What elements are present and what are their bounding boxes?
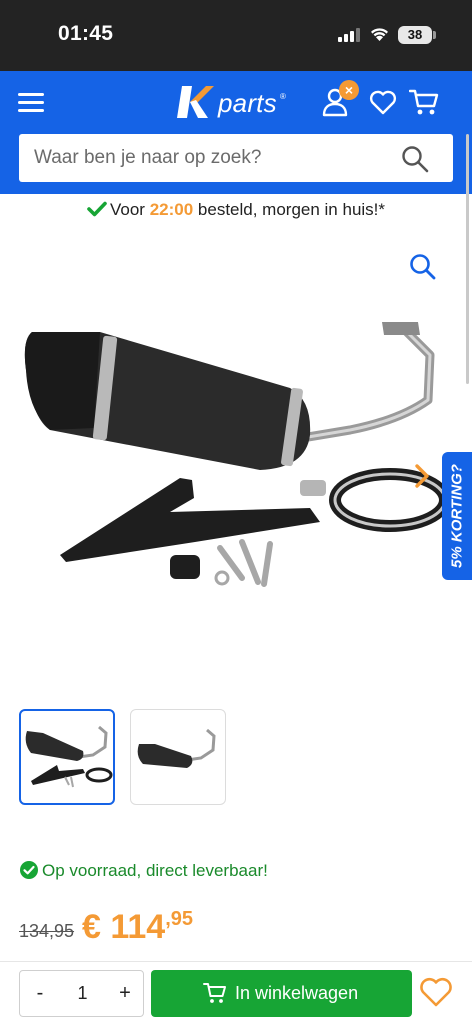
status-bar: 01:45 38 — [0, 0, 472, 71]
thumbnail-1[interactable] — [19, 709, 115, 805]
site-header: parts ® × — [0, 71, 472, 194]
battery-nub — [433, 31, 436, 39]
user-notification-badge: × — [339, 80, 359, 100]
delivery-banner: Voor 22:00 besteld, morgen in huis!* — [0, 200, 472, 224]
page-scrollbar[interactable] — [466, 134, 469, 384]
heart-icon[interactable] — [369, 89, 397, 115]
site-logo[interactable]: parts ® — [176, 84, 290, 124]
thumbnail-image — [25, 725, 113, 788]
current-price: € 114,95 — [82, 908, 193, 947]
add-to-cart-label: In winkelwagen — [235, 983, 359, 1003]
price-cents: ,95 — [165, 908, 194, 930]
quantity-input[interactable] — [58, 971, 107, 1016]
cart-icon[interactable] — [409, 88, 439, 116]
zoom-icon[interactable] — [409, 253, 437, 281]
discount-tab-label: 5% KORTING? — [448, 464, 466, 568]
price-main: € 114 — [82, 908, 166, 946]
quantity-stepper: - + — [19, 970, 144, 1017]
discount-tab[interactable]: 5% KORTING? — [442, 452, 472, 580]
stock-status: Op voorraad, direct leverbaar! — [20, 861, 268, 881]
old-price: 134,95 — [19, 921, 75, 941]
search-icon[interactable] — [401, 145, 429, 173]
wifi-icon — [371, 28, 388, 41]
logo-text: parts — [218, 88, 277, 118]
battery-indicator: 38 — [398, 26, 432, 44]
search-bar — [19, 134, 453, 182]
delivery-text-after: besteld, morgen in huis!* — [197, 200, 386, 219]
thumbnail-image — [137, 728, 216, 768]
quantity-decrease-button[interactable]: - — [22, 971, 58, 1016]
checkmark-icon — [87, 201, 107, 217]
search-input[interactable] — [19, 134, 399, 182]
signal-icon — [338, 28, 360, 42]
stock-text: Op voorraad, direct leverbaar! — [42, 861, 268, 880]
menu-icon[interactable] — [18, 91, 44, 113]
thumbnail-2[interactable] — [130, 709, 226, 805]
logo-registered: ® — [280, 92, 286, 101]
add-to-cart-bar: - + In winkelwagen — [0, 961, 472, 1024]
cart-icon — [203, 983, 226, 1003]
chevron-right-icon[interactable] — [412, 463, 432, 489]
product-image[interactable] — [20, 300, 450, 600]
check-circle-icon — [20, 861, 38, 879]
add-to-cart-button[interactable]: In winkelwagen — [151, 970, 412, 1017]
logo-mark — [177, 86, 214, 118]
delivery-text-before: Voor — [109, 200, 145, 219]
heart-icon[interactable] — [419, 976, 453, 1008]
quantity-increase-button[interactable]: + — [107, 971, 143, 1016]
status-time: 01:45 — [58, 22, 114, 45]
delivery-deadline: 22:00 — [149, 200, 194, 219]
